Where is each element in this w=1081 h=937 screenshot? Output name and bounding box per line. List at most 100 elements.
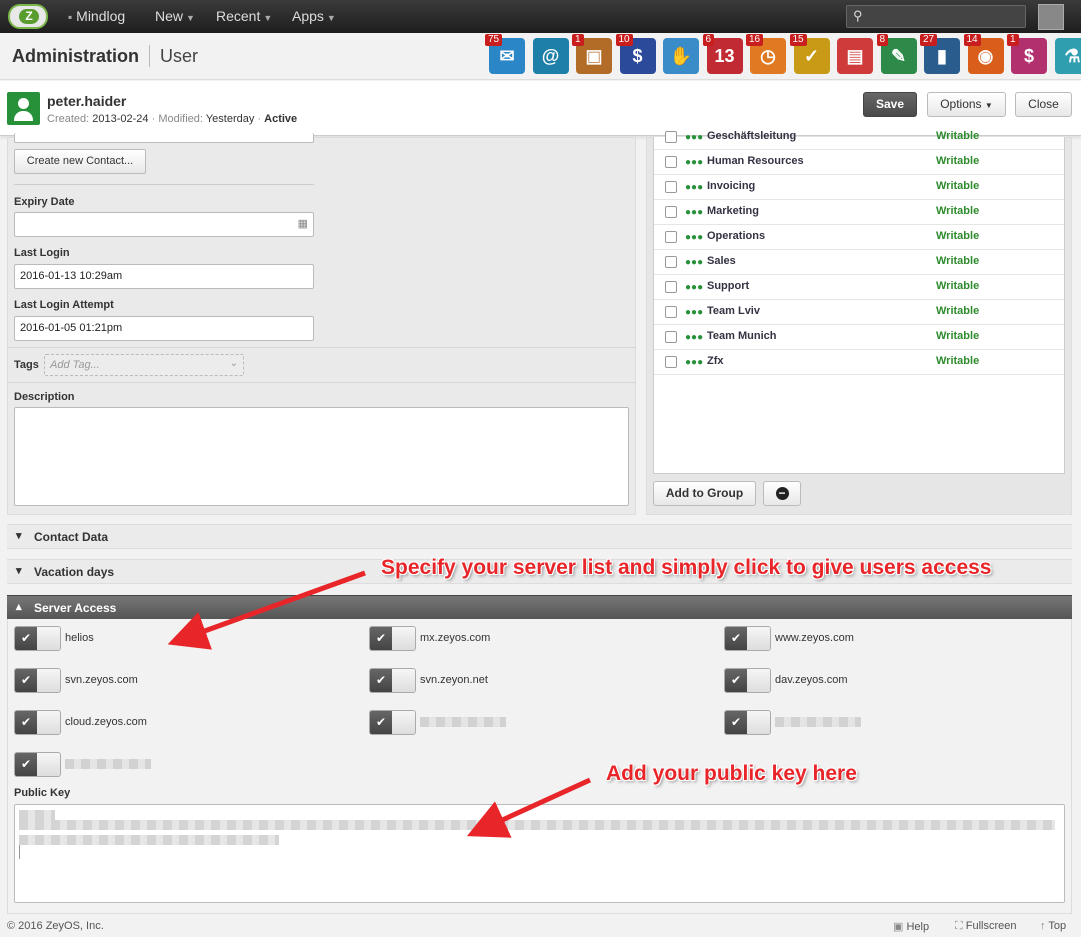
server-toggle[interactable]: ✔ (369, 668, 416, 693)
broadcast-icon[interactable]: ◉ 14 (963, 34, 1004, 74)
group-checkbox[interactable] (665, 256, 677, 268)
group-row[interactable]: ●●● Support Writable (654, 275, 1064, 300)
cashier-icon[interactable]: $1 (1007, 34, 1047, 74)
remove-group-button[interactable]: − (763, 481, 801, 506)
stopwatch-icon[interactable]: ◷ 16 (746, 34, 786, 74)
section-title: Contact Data (34, 530, 109, 544)
group-icon: ●●● (685, 182, 704, 193)
calendar-icon[interactable]: ▦ (298, 213, 308, 236)
save-button[interactable]: Save (863, 92, 917, 117)
server-name: dav.zeyos.com (775, 674, 848, 686)
notification-badge: 16 (746, 34, 764, 46)
nav-mindlog[interactable]: ▪ Mindlog (68, 0, 125, 33)
chevron-down-icon: ▼ (326, 13, 336, 23)
group-checkbox[interactable] (665, 281, 677, 293)
server-toggle[interactable]: ✔ (14, 710, 61, 735)
group-row[interactable]: ●●● Invoicing Writable (654, 175, 1064, 200)
app-glyph: ▤ (846, 46, 864, 66)
nav-label: Mindlog (76, 8, 126, 24)
server-toggle[interactable]: ✔ (14, 668, 61, 693)
group-name: Operations (707, 230, 766, 242)
redacted-server-name (775, 717, 861, 727)
tags-input[interactable]: Add Tag... ⌄ (44, 354, 244, 376)
toggle-knob (747, 711, 770, 734)
notes-icon[interactable]: ✎ 8 (876, 34, 917, 74)
notification-badge: 1 (572, 34, 584, 46)
help-label: Help (906, 921, 930, 933)
group-row[interactable]: ●●● Human Resources Writable (654, 150, 1064, 175)
checkmark-icon: ✔ (725, 669, 747, 692)
bookmark-icon[interactable]: ▮ 27 (920, 34, 960, 74)
document-icon[interactable]: ▤ (837, 38, 873, 74)
group-icon: ●●● (685, 207, 704, 218)
toggle-knob (37, 669, 60, 692)
handshake-icon[interactable]: ✋ (663, 38, 699, 74)
server-toggle[interactable]: ✔ (14, 626, 61, 651)
checkmark-icon: ✔ (15, 669, 37, 692)
group-row[interactable]: ●●● Sales Writable (654, 250, 1064, 275)
help-link[interactable]: ▣ Help (893, 920, 929, 933)
group-checkbox[interactable] (665, 306, 677, 318)
top-link[interactable]: ↑ Top (1040, 920, 1066, 932)
server-toggle[interactable]: ✔ (724, 626, 771, 651)
server-toggle[interactable]: ✔ (369, 626, 416, 651)
section-server-access[interactable]: ▴ Server Access (7, 595, 1072, 620)
chevron-down-icon: ⌄ (229, 358, 238, 369)
last-login-attempt-field[interactable]: 2016-01-05 01:21pm (14, 316, 314, 341)
top-label: Top (1048, 920, 1067, 932)
fullscreen-link[interactable]: ⛶ Fullscreen (955, 920, 1017, 933)
mail-icon[interactable]: ✉ 75 (485, 34, 525, 74)
group-checkbox[interactable] (665, 131, 677, 143)
options-button[interactable]: Options ▼ (927, 92, 1006, 117)
annotation-key-hint: Add your public key here (606, 762, 857, 785)
nav-recent[interactable]: Recent ▼ (216, 0, 272, 33)
create-contact-button[interactable]: Create new Contact... (14, 149, 146, 174)
user-avatar[interactable] (1038, 4, 1064, 30)
group-name: Marketing (707, 205, 759, 217)
app-glyph: ⚗ (1064, 46, 1081, 66)
server-toggle[interactable]: ✔ (14, 752, 61, 777)
server-name: www.zeyos.com (775, 632, 854, 644)
section-contact-data[interactable]: ▾ Contact Data (7, 524, 1072, 549)
notification-badge: 15 (789, 34, 807, 46)
public-key-textarea[interactable] (14, 804, 1065, 903)
toggle-knob (747, 627, 770, 650)
group-row[interactable]: ●●● Marketing Writable (654, 200, 1064, 225)
address-book-icon[interactable]: @ (532, 38, 569, 74)
contact-field[interactable] (14, 133, 314, 143)
group-permission: Writable (936, 280, 980, 292)
contacts-icon[interactable]: ▣ 1 (572, 34, 612, 74)
search-input[interactable]: ⚲ (846, 5, 1026, 28)
description-textarea[interactable] (14, 407, 629, 506)
server-toggle[interactable]: ✔ (724, 710, 771, 735)
group-checkbox[interactable] (665, 181, 677, 193)
add-to-group-button[interactable]: Add to Group (653, 481, 756, 506)
group-row[interactable]: ●●● Zfx Writable (654, 350, 1064, 375)
group-name: Support (707, 280, 750, 292)
group-checkbox[interactable] (665, 356, 677, 368)
group-checkbox[interactable] (665, 331, 677, 343)
group-name: Human Resources (707, 155, 804, 167)
group-name: Team Lviv (707, 305, 760, 317)
group-row[interactable]: ●●● Operations Writable (654, 225, 1064, 250)
group-checkbox[interactable] (665, 206, 677, 218)
group-name: Team Munich (707, 330, 777, 342)
last-login-field[interactable]: 2016-01-13 10:29am (14, 264, 314, 289)
group-row[interactable]: ●●● Geschäftsleitung Writable (654, 125, 1064, 150)
group-checkbox[interactable] (665, 156, 677, 168)
expiry-date-field[interactable]: ▦ (14, 212, 314, 237)
group-row[interactable]: ●●● Team Lviv Writable (654, 300, 1064, 325)
server-toggle[interactable]: ✔ (724, 668, 771, 693)
calendar-icon[interactable]: 13 6 (702, 34, 743, 74)
tasks-icon[interactable]: ✓ 15 (789, 34, 830, 74)
server-toggle[interactable]: ✔ (369, 710, 416, 735)
nav-new[interactable]: New ▼ (155, 0, 195, 33)
zeyos-logo[interactable]: Z (8, 4, 48, 29)
close-button[interactable]: Close (1015, 92, 1072, 117)
group-row[interactable]: ●●● Team Munich Writable (654, 325, 1064, 350)
group-checkbox[interactable] (665, 231, 677, 243)
nav-apps[interactable]: Apps ▼ (292, 0, 336, 33)
dollar-icon[interactable]: $10 (615, 34, 656, 74)
flask-icon[interactable]: ⚗ (1054, 38, 1081, 74)
arrow-up-icon: ↑ (1040, 920, 1046, 932)
